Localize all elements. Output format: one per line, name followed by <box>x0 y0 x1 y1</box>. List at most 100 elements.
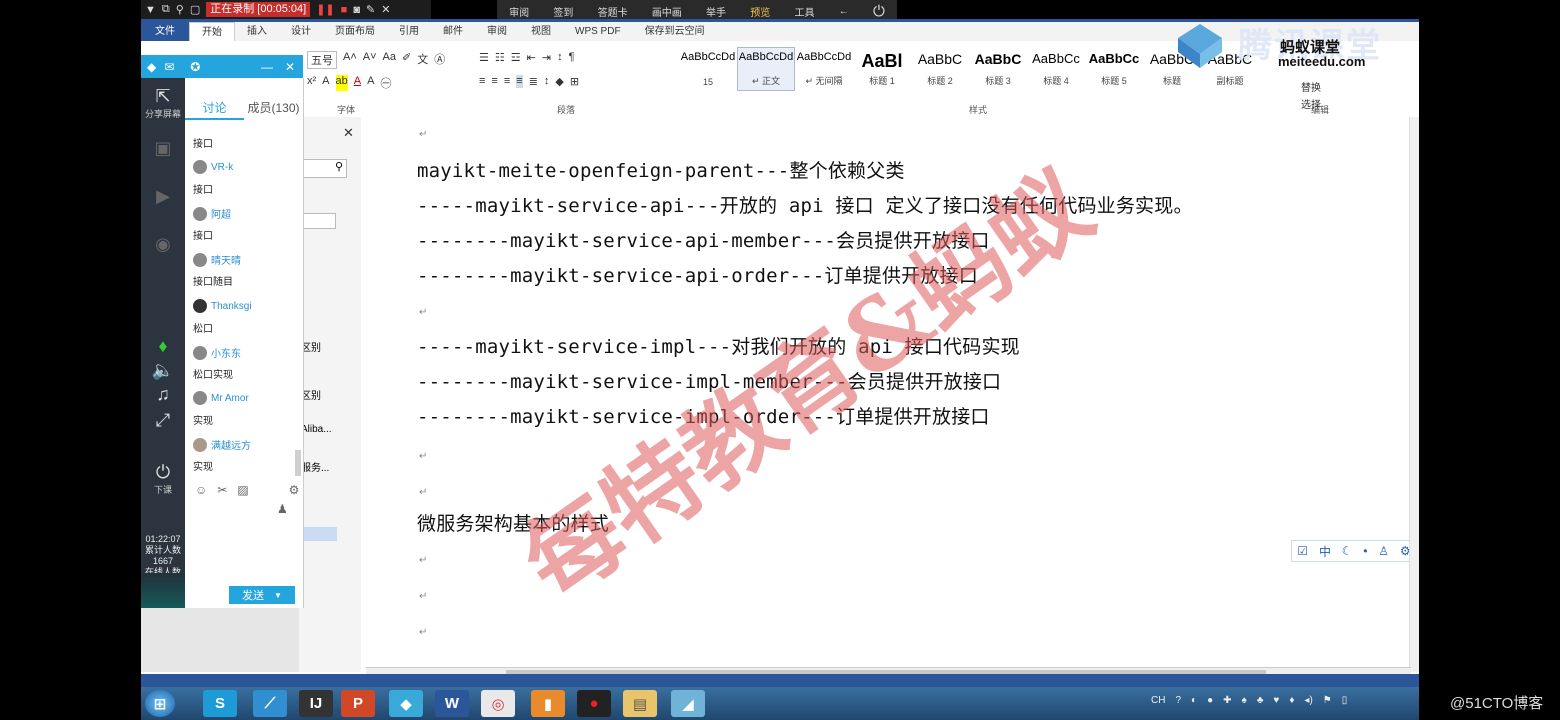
sidebar-slot[interactable]: ◉ <box>141 234 185 255</box>
show-marks-icon[interactable]: ¶ <box>569 51 575 64</box>
nav-selected-item[interactable] <box>301 527 337 541</box>
tray-icon[interactable]: ♠ <box>1242 695 1247 706</box>
message-author[interactable]: 阿超 <box>193 206 231 221</box>
superscript-icon[interactable]: x² <box>307 75 316 91</box>
taskbar-app-intellij[interactable]: IJ <box>299 690 333 717</box>
tab-discussion[interactable]: 讨论 <box>185 96 244 120</box>
taskbar-app-skype[interactable]: S <box>203 690 237 717</box>
mail-icon[interactable]: ✉ <box>164 60 174 74</box>
taskbar-app-monitor[interactable]: ⟋ <box>253 690 287 717</box>
taskbar-app-tencent[interactable]: ◆ <box>389 690 423 717</box>
nav-fragment[interactable]: Aliba... <box>301 424 332 435</box>
toolbar-item-tools[interactable]: 工具 <box>795 4 815 19</box>
toolbar-item-review[interactable]: 审阅 <box>509 4 529 19</box>
ime-check-icon[interactable]: ☑ <box>1297 544 1308 558</box>
tab-layout[interactable]: 页面布局 <box>323 22 387 41</box>
taskbar-app-sublime[interactable]: ▮ <box>531 690 565 717</box>
nav-fragment[interactable]: 服务... <box>301 459 329 474</box>
highlight-icon[interactable]: ab <box>335 75 348 91</box>
tray-icon[interactable]: ✚ <box>1223 695 1231 706</box>
style-heading-5[interactable]: AaBbCc 标题 5 <box>1085 47 1143 91</box>
sidebar-slot[interactable]: ▶ <box>141 186 185 207</box>
minimize-icon[interactable]: — <box>261 60 273 74</box>
decrease-indent-icon[interactable]: ⇤ <box>527 51 536 64</box>
font-color-icon[interactable]: A <box>354 75 361 91</box>
justify-icon[interactable]: ≡ <box>516 75 523 88</box>
enclose-char-icon[interactable]: ㊀ <box>380 75 391 91</box>
tray-icon[interactable]: ● <box>1207 695 1213 706</box>
message-author[interactable]: Thanksgi <box>193 299 252 313</box>
collapse-icon[interactable]: ← <box>839 6 849 17</box>
diamond-icon[interactable]: ◆ <box>147 60 156 74</box>
numbering-icon[interactable]: ☷ <box>495 51 505 64</box>
nav-search-input[interactable]: ⚲ <box>301 159 347 178</box>
mic-button[interactable]: ♦ <box>141 336 185 357</box>
tab-view[interactable]: 视图 <box>519 22 563 41</box>
align-center-icon[interactable]: ≡ <box>491 75 497 88</box>
power-icon[interactable]: ⏻ <box>873 3 885 20</box>
change-case-icon[interactable]: Aa <box>383 51 396 69</box>
toolbar-item-answer-card[interactable]: 答题卡 <box>598 4 628 19</box>
message-author[interactable]: 小东东 <box>193 345 241 360</box>
replace-button[interactable]: 替换 <box>1301 79 1321 94</box>
tray-icon[interactable]: ♥ <box>1273 695 1279 706</box>
borders-icon[interactable]: ⊞ <box>570 75 579 88</box>
nav-input[interactable] <box>301 213 336 229</box>
punctuation-icon[interactable]: • <box>1363 544 1367 558</box>
char-shading-icon[interactable]: A <box>367 75 374 91</box>
style-no-spacing[interactable]: AaBbCcDd ↵ 无间隔 <box>795 47 853 91</box>
stop-icon[interactable]: ■ <box>341 4 348 16</box>
shading-icon[interactable]: ◆ <box>555 75 563 88</box>
toolbar-item-signin[interactable]: 签到 <box>553 4 573 19</box>
line-spacing-icon[interactable]: ↕ <box>544 75 550 88</box>
fullscreen-button[interactable]: ⤢ <box>141 410 185 431</box>
nav-fragment[interactable]: 区别 <box>301 339 321 354</box>
network-icon[interactable]: ◐ <box>1191 695 1197 706</box>
nav-fragment[interactable]: 区别 <box>301 387 321 402</box>
taskbar-app-powerpoint[interactable]: P <box>341 690 375 717</box>
taskbar-app-explorer[interactable]: ▤ <box>623 690 657 717</box>
phonetic-icon[interactable]: 文 <box>417 51 428 69</box>
multilevel-icon[interactable]: ☲ <box>511 51 521 64</box>
style-15[interactable]: AaBbCcDd 15 <box>679 47 737 91</box>
volume-icon[interactable]: ◂) <box>1304 695 1312 706</box>
menu-icon[interactable]: ▼ <box>145 4 156 16</box>
copy-icon[interactable]: ⧉ <box>162 3 170 16</box>
share-screen-button[interactable]: ⇱ 分享屏幕 <box>141 86 185 120</box>
doc-line[interactable]: mayikt-meite-openfeign-parent---整个依赖父类 <box>417 156 905 183</box>
music-button[interactable]: ♫ <box>141 384 185 405</box>
language-indicator[interactable]: CH <box>1151 695 1165 706</box>
vertical-scrollbar[interactable] <box>1409 117 1419 672</box>
show-desktop-icon[interactable]: ▯ <box>1342 695 1348 706</box>
end-class-button[interactable]: ⏻ 下课 <box>141 462 185 496</box>
tab-save-cloud[interactable]: 保存到云空间 <box>633 22 717 41</box>
tab-references[interactable]: 引用 <box>387 22 431 41</box>
taskbar-app-word[interactable]: W <box>435 690 469 717</box>
image-icon[interactable]: ▨ <box>237 483 248 497</box>
sort-icon[interactable]: ↕ <box>557 51 563 64</box>
window-icon[interactable]: ▢ <box>190 3 200 16</box>
pen-icon[interactable]: ✎ <box>366 3 375 16</box>
dropdown-icon[interactable]: ▼ <box>274 591 282 600</box>
close-icon[interactable]: ✕ <box>285 60 295 74</box>
style-heading-4[interactable]: AaBbCc 标题 4 <box>1027 47 1085 91</box>
tab-wps-pdf[interactable]: WPS PDF <box>563 22 633 41</box>
settings-icon[interactable]: ⚙ <box>289 483 300 497</box>
send-button[interactable]: 发送 ▼ <box>229 586 295 604</box>
taskbar-app-chrome[interactable]: ◎ <box>481 690 515 717</box>
bullets-icon[interactable]: ☰ <box>479 51 489 64</box>
style-normal[interactable]: AaBbCcDd ↵ 正文 <box>737 47 795 91</box>
start-button[interactable]: ⊞ <box>145 690 175 717</box>
tab-design[interactable]: 设计 <box>279 22 323 41</box>
nav-pane-close-icon[interactable]: ✕ <box>343 125 354 141</box>
help-icon[interactable]: ? <box>1175 695 1181 706</box>
sidebar-slot[interactable]: ▣ <box>141 138 185 159</box>
style-heading-3[interactable]: AaBbC 标题 3 <box>969 47 1027 91</box>
tab-review[interactable]: 审阅 <box>475 22 519 41</box>
shrink-font-icon[interactable]: A˅ <box>363 51 377 69</box>
font-size-select[interactable]: 五号 <box>307 51 337 69</box>
align-left-icon[interactable]: ≡ <box>479 75 485 88</box>
close-icon[interactable]: ✕ <box>381 3 390 16</box>
tab-mailings[interactable]: 邮件 <box>431 22 475 41</box>
message-author[interactable]: Mr Amor <box>193 391 249 405</box>
